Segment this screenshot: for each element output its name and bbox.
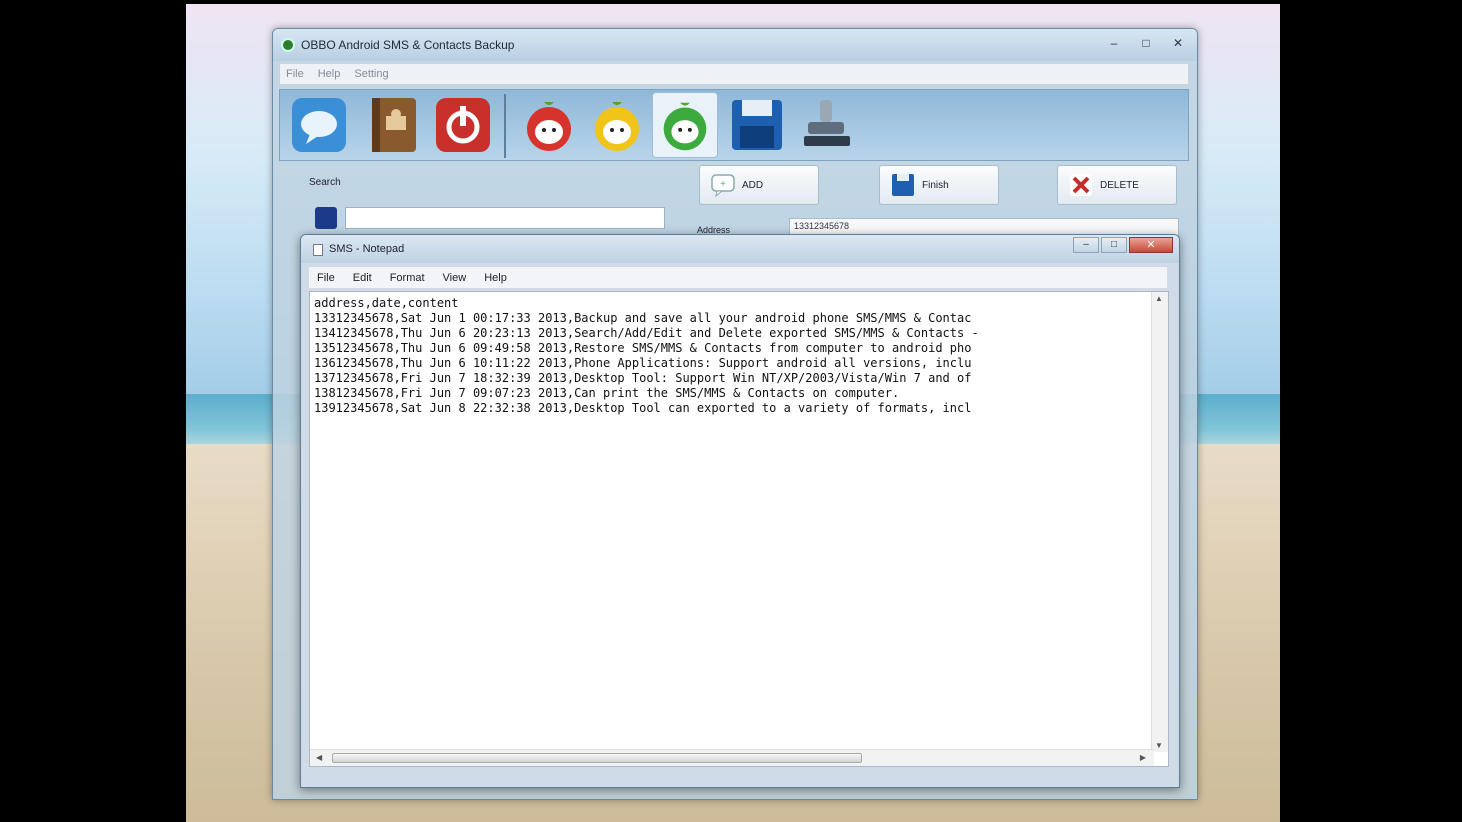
video-frame: OBBO Android SMS & Contacts Backup – □ ✕… [0, 0, 1462, 822]
menu-setting[interactable]: Setting [354, 68, 388, 80]
finish-save-icon [892, 174, 914, 196]
vertical-scrollbar[interactable]: ▲ ▼ [1151, 292, 1168, 752]
notepad-window: SMS - Notepad – □ ✕ File Edit Format Vie… [300, 234, 1180, 788]
horizontal-scroll-thumb[interactable] [332, 753, 862, 763]
yellow-face-icon[interactable] [588, 96, 646, 154]
text-line: 13312345678,Sat Jun 1 00:17:33 2013,Back… [314, 311, 972, 325]
notepad-menu-format[interactable]: Format [390, 272, 425, 284]
delete-button-label: DELETE [1100, 179, 1139, 191]
app-maximize-button[interactable]: □ [1137, 35, 1155, 51]
apple-face-icon[interactable] [520, 96, 578, 154]
desktop-background: OBBO Android SMS & Contacts Backup – □ ✕… [186, 4, 1280, 822]
search-label: Search [309, 177, 341, 188]
add-message-icon: + [711, 174, 735, 198]
app-minimize-button[interactable]: – [1105, 35, 1123, 51]
main-toolbar [279, 89, 1189, 161]
green-face-icon[interactable] [652, 92, 718, 158]
menu-file[interactable]: File [286, 68, 304, 80]
notepad-minimize-button[interactable]: – [1073, 237, 1099, 253]
app-logo-icon [281, 38, 295, 52]
app-menubar: File Help Setting [279, 63, 1189, 85]
message-icon[interactable] [290, 96, 348, 154]
notepad-menu-file[interactable]: File [317, 272, 335, 284]
notepad-close-button[interactable]: ✕ [1129, 237, 1173, 253]
add-button[interactable]: + ADD [699, 165, 819, 205]
notepad-titlebar[interactable]: SMS - Notepad – □ ✕ [301, 235, 1179, 263]
power-icon[interactable] [434, 96, 492, 154]
add-button-label: ADD [742, 179, 764, 191]
notepad-maximize-button[interactable]: □ [1101, 237, 1127, 253]
app-close-button[interactable]: ✕ [1169, 35, 1187, 51]
notepad-icon [313, 244, 323, 256]
text-line: address,date,content [314, 296, 459, 310]
scroll-up-icon[interactable]: ▲ [1155, 294, 1163, 303]
notepad-menubar: File Edit Format View Help [309, 267, 1167, 289]
delete-x-icon [1070, 174, 1092, 196]
scroll-left-icon[interactable]: ◀ [316, 753, 322, 762]
search-icon[interactable] [315, 207, 337, 229]
finish-button[interactable]: Finish [879, 165, 999, 205]
horizontal-scrollbar[interactable]: ◀ ▶ [310, 749, 1154, 766]
scroll-down-icon[interactable]: ▼ [1155, 741, 1163, 750]
stamp-icon[interactable] [798, 96, 856, 154]
scroll-right-icon[interactable]: ▶ [1140, 753, 1146, 762]
notepad-menu-edit[interactable]: Edit [353, 272, 372, 284]
text-line: 13612345678,Thu Jun 6 10:11:22 2013,Phon… [314, 356, 972, 370]
app-titlebar[interactable]: OBBO Android SMS & Contacts Backup – □ ✕ [273, 29, 1197, 61]
text-line: 13512345678,Thu Jun 6 09:49:58 2013,Rest… [314, 341, 972, 355]
svg-text:+: + [720, 179, 726, 190]
floppy-save-icon[interactable] [728, 96, 786, 154]
text-line: 13412345678,Thu Jun 6 20:23:13 2013,Sear… [314, 326, 979, 340]
notepad-menu-help[interactable]: Help [484, 272, 507, 284]
app-title: OBBO Android SMS & Contacts Backup [301, 38, 515, 52]
finish-button-label: Finish [922, 179, 949, 191]
notepad-text-area[interactable]: address,date,content 13312345678,Sat Jun… [309, 291, 1169, 767]
search-input[interactable] [345, 207, 665, 229]
menu-help[interactable]: Help [318, 68, 341, 80]
notepad-menu-view[interactable]: View [443, 272, 467, 284]
notepad-title: SMS - Notepad [329, 243, 405, 255]
delete-button[interactable]: DELETE [1057, 165, 1177, 205]
toolbar-separator [504, 94, 506, 158]
text-line: 13912345678,Sat Jun 8 22:32:38 2013,Desk… [314, 401, 972, 415]
text-line: 13712345678,Fri Jun 7 18:32:39 2013,Desk… [314, 371, 972, 385]
text-line: 13812345678,Fri Jun 7 09:07:23 2013,Can … [314, 386, 900, 400]
contacts-book-icon[interactable] [364, 96, 422, 154]
